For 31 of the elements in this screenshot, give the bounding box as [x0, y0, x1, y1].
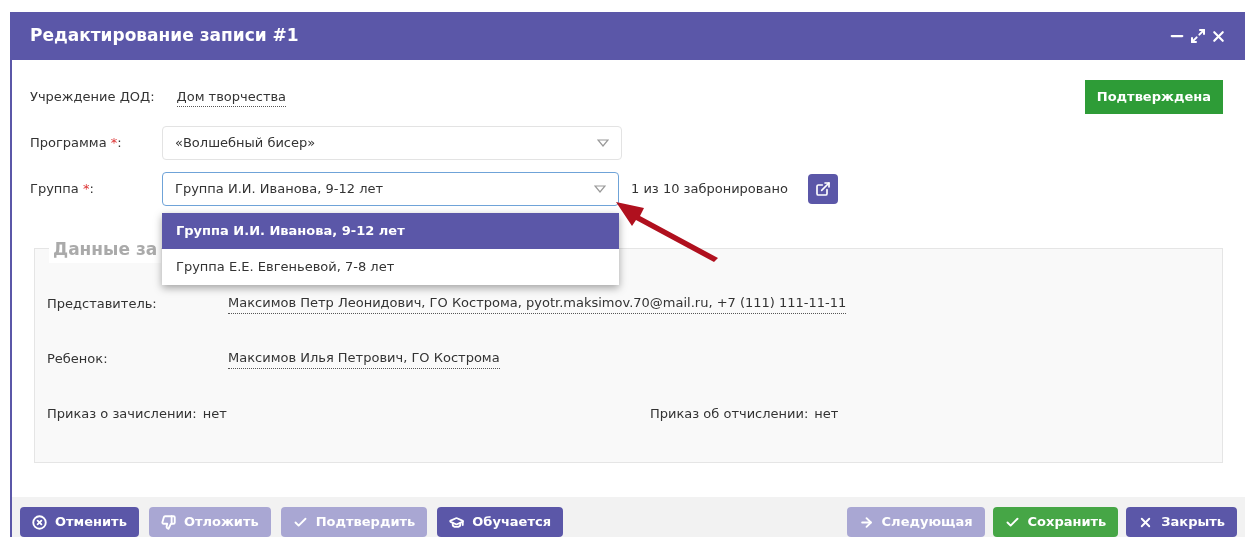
field-value: Максимов Петр Леонидович, ГО Кострома, pyotr.maksimov.70@mail.ru, +7 (111) 111-11-11: [228, 293, 847, 314]
field-value: нет: [814, 404, 839, 423]
arrow-right-icon: [858, 514, 874, 530]
field-label: Ребенок:: [47, 349, 109, 368]
institution-link[interactable]: Дом творчества: [176, 86, 287, 108]
caret-icon: [597, 139, 609, 147]
caret-icon: [594, 185, 606, 193]
window-title: Редактирование записи #1: [30, 24, 299, 48]
graduation-cap-icon: [449, 514, 465, 530]
field-label: Представитель:: [47, 294, 158, 313]
maximize-icon[interactable]: [1190, 28, 1206, 44]
booking-count: 1 из 10 забронировано: [631, 180, 788, 199]
program-select[interactable]: «Волшебный бисер»: [162, 126, 622, 160]
group-select[interactable]: Группа И.И. Иванова, 9-12 лет: [162, 172, 619, 206]
study-button[interactable]: Обучается: [437, 507, 563, 537]
cancel-icon: [32, 514, 47, 530]
field-label: Приказ об отчислении:: [650, 404, 809, 423]
field-label: Группа *:: [30, 180, 95, 199]
open-link-button[interactable]: [807, 174, 838, 204]
field-value: нет: [202, 404, 227, 423]
close-button[interactable]: Закрыть: [1126, 507, 1237, 537]
status-badge: Подтверждена: [1084, 80, 1223, 114]
field-value: Максимов Илья Петрович, ГО Кострома: [228, 348, 500, 369]
field-label: Программа *:: [30, 134, 123, 153]
field-label: Приказ о зачислении:: [47, 404, 197, 423]
dropdown-option[interactable]: Группа Е.Е. Евгеньевой, 7-8 лет: [162, 249, 619, 285]
cancel-button[interactable]: Отменить: [20, 507, 139, 537]
dropdown-option[interactable]: Группа И.И. Иванова, 9-12 лет: [162, 213, 619, 249]
field-label: Учреждение ДОД:: [30, 88, 155, 107]
thumbs-down-icon: [160, 514, 176, 530]
external-link-icon: [814, 181, 831, 197]
